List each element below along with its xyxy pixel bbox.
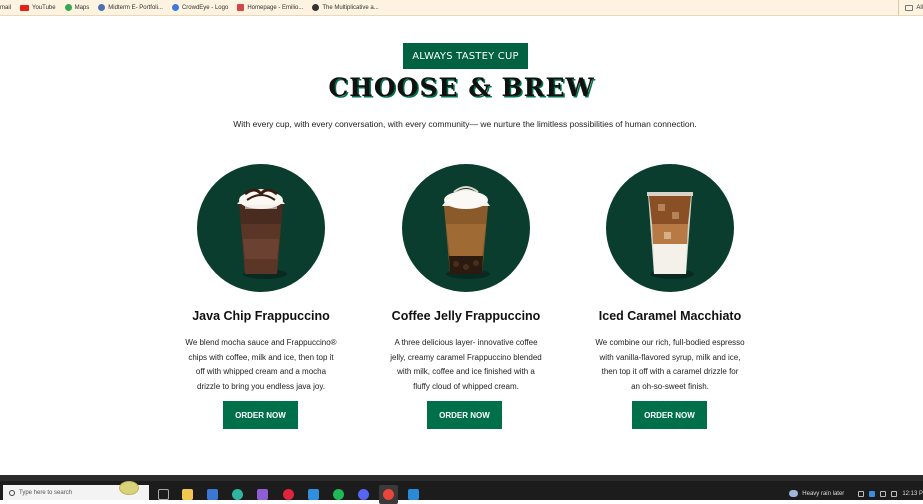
folder-icon bbox=[905, 5, 914, 11]
all-bookmarks-folder[interactable]: All bbox=[898, 0, 923, 16]
bookmark-label: Midterm E- Portfoli... bbox=[108, 4, 163, 11]
bookmark-mail[interactable]: mail bbox=[0, 5, 11, 11]
product-image-coffee-jelly bbox=[402, 164, 530, 292]
cloud-icon[interactable] bbox=[869, 490, 876, 497]
spotify-icon[interactable] bbox=[333, 489, 344, 500]
order-now-button[interactable]: ORDER NOW bbox=[632, 401, 707, 429]
clock[interactable]: 12:13 P bbox=[902, 491, 923, 497]
globe-icon bbox=[312, 4, 320, 11]
bookmarks-bar: mail YouTube Maps Midterm E- Portfoli...… bbox=[0, 0, 923, 16]
description-line: with milk, coffee and ice finished with … bbox=[397, 367, 535, 376]
product-title: Java Chip Frappuccino bbox=[192, 309, 330, 323]
coffee-jelly-frappuccino-cup-image bbox=[442, 186, 490, 279]
bookmark-label: mail bbox=[0, 4, 12, 11]
bookmark-icon bbox=[237, 4, 245, 11]
globe-icon bbox=[98, 4, 106, 11]
bookmark-youtube[interactable]: YouTube bbox=[20, 4, 56, 11]
network-icon[interactable] bbox=[880, 490, 887, 497]
description-line: jelly, creamy caramel Frappuccino blende… bbox=[390, 352, 542, 362]
bookmark-crowdeye[interactable]: CrowdEye - Logo bbox=[171, 4, 229, 11]
java-chip-frappuccino-cup-image bbox=[237, 188, 287, 279]
taskbar-search-box[interactable]: Type here to search bbox=[3, 481, 149, 500]
search-placeholder: Type here to search bbox=[19, 489, 73, 496]
order-now-button[interactable]: ORDER NOW bbox=[427, 401, 502, 429]
search-highlight-icon bbox=[119, 481, 139, 495]
description-line: chips with coffee, milk and ice, then to… bbox=[188, 352, 334, 362]
maps-pin-icon bbox=[64, 4, 72, 11]
order-now-button[interactable]: ORDER NOW bbox=[223, 401, 298, 429]
bookmark-label: CrowdEye - Logo bbox=[181, 4, 229, 11]
bookmark-label: YouTube bbox=[32, 4, 56, 11]
chrome-icon[interactable] bbox=[383, 489, 394, 500]
task-view-icon[interactable] bbox=[158, 489, 169, 500]
description-line: A three delicious layer- innovative coff… bbox=[394, 338, 538, 347]
page-content: ALWAYS TASTEY CUP CHOOSE & BREW With eve… bbox=[0, 17, 923, 475]
search-icon bbox=[9, 489, 15, 496]
page-title: CHOOSE & BREW bbox=[328, 73, 595, 102]
opera-icon[interactable] bbox=[283, 489, 294, 500]
product-image-iced-caramel bbox=[606, 164, 734, 292]
windows-taskbar: Type here to search Heavy rain later 12:… bbox=[0, 475, 923, 504]
product-description: A three delicious layer- innovative coff… bbox=[371, 336, 561, 394]
visual-studio-icon[interactable] bbox=[257, 489, 268, 500]
bookmark-homepage[interactable]: Homepage - Emilio... bbox=[237, 4, 303, 11]
iced-caramel-macchiato-cup-image bbox=[647, 192, 694, 279]
bookmark-maps[interactable]: Maps bbox=[64, 4, 90, 11]
product-description: We blend mocha sauce and Frappuccino® ch… bbox=[166, 336, 356, 394]
store-icon[interactable] bbox=[308, 489, 319, 500]
description-line: We blend mocha sauce and Frappuccino® bbox=[185, 338, 337, 347]
mail-app-icon[interactable] bbox=[207, 489, 218, 500]
product-title: Coffee Jelly Frappuccino bbox=[391, 309, 541, 323]
page-subtitle: With every cup, with every conversation,… bbox=[233, 119, 697, 129]
weather-icon bbox=[789, 490, 799, 497]
discord-icon[interactable] bbox=[358, 489, 369, 500]
bookmark-label: Maps bbox=[74, 4, 90, 11]
vscode-icon[interactable] bbox=[408, 489, 419, 500]
file-explorer-icon[interactable] bbox=[182, 489, 193, 500]
description-line: drizzle to bring you endless java joy. bbox=[197, 381, 325, 391]
product-description: We combine our rich, full-bodied espress… bbox=[575, 336, 765, 394]
youtube-icon bbox=[20, 4, 30, 11]
product-image-java-chip bbox=[197, 164, 325, 292]
volume-icon[interactable] bbox=[891, 490, 898, 497]
bookmark-multiplicative[interactable]: The Multiplicative a... bbox=[312, 4, 379, 11]
description-line: with vanilla-flavored syrup, milk and ic… bbox=[599, 352, 741, 362]
description-line: We combine our rich, full-bodied espress… bbox=[595, 338, 745, 347]
edge-icon[interactable] bbox=[232, 489, 243, 500]
chevron-up-icon[interactable] bbox=[858, 490, 865, 497]
globe-icon bbox=[171, 4, 179, 11]
weather-text[interactable]: Heavy rain later bbox=[802, 491, 844, 497]
system-tray: Heavy rain later 12:13 P bbox=[789, 486, 923, 501]
bookmark-label: Homepage - Emilio... bbox=[247, 4, 304, 11]
bookmark-label: The Multiplicative a... bbox=[322, 4, 379, 11]
description-line: off with whipped cream and a mocha bbox=[195, 367, 327, 376]
description-line: an oh-so-sweet finish. bbox=[631, 381, 709, 391]
tagline-badge: ALWAYS TASTEY CUP bbox=[403, 43, 528, 69]
all-bookmarks-label: All bbox=[916, 5, 923, 11]
product-title: Iced Caramel Macchiato bbox=[598, 309, 742, 323]
description-line: fluffy cloud of whipped cream. bbox=[413, 381, 519, 391]
bookmark-midterm[interactable]: Midterm E- Portfoli... bbox=[98, 4, 163, 11]
description-line: then top it off with a caramel drizzle f… bbox=[601, 367, 739, 376]
